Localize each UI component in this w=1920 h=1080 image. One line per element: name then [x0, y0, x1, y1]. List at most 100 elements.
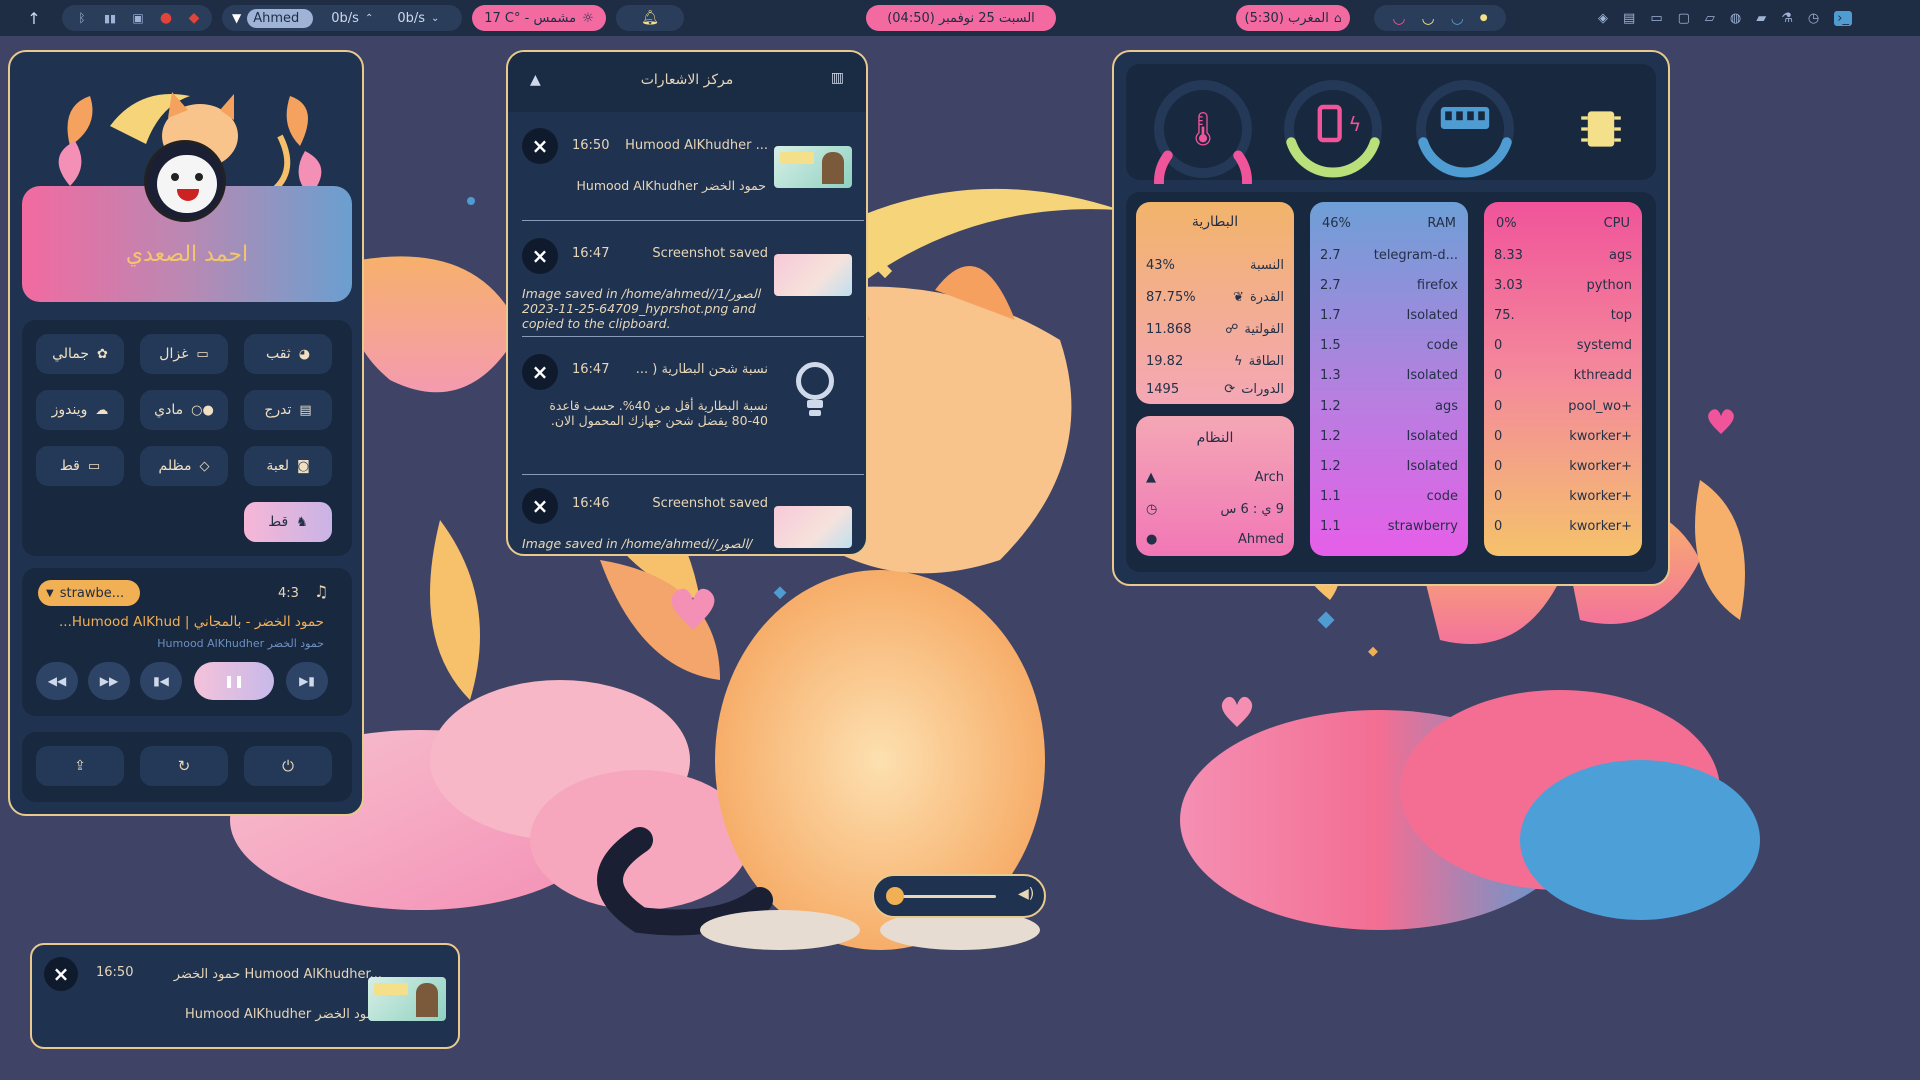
system-row: ◷ 9 ي : 6 س: [1146, 494, 1284, 524]
process-row: 8.33 ags: [1494, 240, 1632, 270]
theme-button-gradient[interactable]: ▤ تدرج: [244, 390, 332, 430]
player-name: strawbe...: [59, 585, 125, 601]
track-artist: حمود الخضر Humood AlKhudher: [157, 637, 324, 650]
process-row: 1.2 Isolated: [1320, 421, 1458, 451]
close-icon[interactable]: ×: [44, 957, 78, 991]
theme-button-aesthetic[interactable]: ✿ جمالي: [36, 334, 124, 374]
database-icon[interactable]: ◍: [1730, 11, 1741, 26]
screenshot-thumbnail: [774, 506, 852, 548]
history-icon[interactable]: ◷: [1808, 11, 1819, 26]
cat-icon: ♞: [296, 514, 308, 530]
theme-button-game[interactable]: ◙ لعبة: [244, 446, 332, 486]
red-app-icon[interactable]: ●: [156, 8, 176, 28]
clock-text: السبت 25 نوفمبر (04:50): [887, 10, 1035, 26]
net-down: 0b/s: [331, 10, 359, 26]
theme-button-gazelle[interactable]: ▭ غزال: [140, 334, 228, 374]
theme-button-cat-active[interactable]: ♞ قط: [244, 502, 332, 542]
plug-icon: ☍: [1225, 321, 1239, 337]
close-icon[interactable]: ×: [522, 488, 558, 524]
cpu-gauge: [1581, 111, 1621, 147]
popup-notification[interactable]: × 16:50 حمود الخضر Humood AlKhudher... ح…: [30, 943, 460, 1049]
button-label: مظلم: [158, 458, 192, 474]
restart-button[interactable]: ↻: [140, 746, 228, 786]
notification-item[interactable]: × 16:47 نسبة شحن البطارية ( ... نسبة الب…: [508, 344, 866, 454]
button-label: ويندوز: [51, 402, 88, 418]
chat-icon[interactable]: ▱: [1705, 11, 1715, 26]
layers-icon[interactable]: ◈: [1598, 11, 1608, 26]
theme-button-cat[interactable]: ▭ قط: [36, 446, 124, 486]
material-icon: ●○: [191, 402, 214, 418]
volume-track[interactable]: [894, 895, 996, 898]
close-icon[interactable]: ×: [522, 238, 558, 274]
sd-card-icon[interactable]: ▣: [128, 8, 148, 28]
system-card: النظام ▲ Arch ◷ 9 ي : 6 س ● Ahmed: [1136, 416, 1294, 556]
close-icon[interactable]: ×: [522, 354, 558, 390]
box-icon[interactable]: ▢: [1678, 11, 1690, 26]
folder-icon[interactable]: ▰: [1756, 11, 1766, 26]
file-icon[interactable]: ▤: [1623, 11, 1635, 26]
speaker-icon[interactable]: ◀): [1018, 886, 1034, 902]
clock-widget[interactable]: السبت 25 نوفمبر (04:50): [866, 5, 1056, 31]
theme-button-blackhole[interactable]: ◕ ثقب: [244, 334, 332, 374]
battery-row: 1495 ⟳ الدورات: [1146, 378, 1284, 400]
chevron-down-icon: ⌄: [431, 12, 440, 24]
logout-button[interactable]: ⇪: [36, 746, 124, 786]
process-name: systemd: [1576, 338, 1632, 354]
player-selector[interactable]: ▼ strawbe...: [38, 580, 140, 606]
fast-forward-button[interactable]: ▶▶: [88, 662, 130, 700]
previous-button[interactable]: ▮◀: [140, 662, 182, 700]
power-button[interactable]: ⏻: [244, 746, 332, 786]
bolt-icon: ϟ: [1234, 353, 1243, 369]
theme-button-windows[interactable]: ☁ ويندوز: [36, 390, 124, 430]
cpu-icon: [1587, 111, 1615, 147]
notification-header: ▲ مركز الاشعارات ▥: [508, 52, 866, 112]
process-usage: 1.2: [1320, 458, 1341, 474]
theme-button-dark[interactable]: ◇ مظلم: [140, 446, 228, 486]
arrow-up-icon[interactable]: ↑: [20, 5, 48, 31]
play-pause-button[interactable]: ❚❚: [194, 662, 274, 700]
memory-gauge: [1416, 80, 1514, 178]
monitor-icon: ▭: [196, 346, 209, 362]
weather-widget[interactable]: 17 C° - مشمس ☼: [472, 5, 606, 31]
rewind-icon: ◀◀: [47, 674, 67, 688]
notification-item[interactable]: × 16:47 Screenshot saved Image saved in …: [508, 228, 866, 331]
network-widget[interactable]: ▼ Ahmed 0b/s ⌃ 0b/s ⌄: [222, 5, 462, 31]
process-row: 1.2 ags: [1320, 391, 1458, 421]
workspace-1[interactable]: ◡: [1392, 9, 1405, 27]
workspace-3[interactable]: ◡: [1451, 9, 1464, 27]
bluetooth-icon[interactable]: ᛒ: [72, 8, 92, 28]
track-position: 4:3: [278, 586, 299, 601]
process-row: 0 systemd: [1494, 331, 1632, 361]
volume-handle[interactable]: [886, 887, 904, 905]
thermometer-icon: 🌡︎: [1182, 109, 1224, 148]
workspace-4[interactable]: ●: [1480, 13, 1488, 23]
terminal-icon[interactable]: ›_: [1834, 10, 1852, 26]
process-name: Isolated: [1406, 428, 1459, 444]
notification-item[interactable]: × 16:50 Humood AlKhudher ... حمود الخضر …: [508, 122, 866, 218]
ticket-icon[interactable]: ▭: [1650, 11, 1662, 26]
temperature-gauge: 🌡︎: [1154, 80, 1252, 184]
bell-ring-icon: 🔔︎: [641, 10, 659, 26]
flask-icon[interactable]: ⚗︎: [1781, 11, 1793, 26]
process-usage: 8.33: [1494, 247, 1523, 263]
avatar[interactable]: [144, 140, 226, 222]
signal-icon[interactable]: ▮▮: [100, 8, 120, 28]
close-icon[interactable]: ×: [522, 128, 558, 164]
next-button[interactable]: ▶▮: [286, 662, 328, 700]
notification-item[interactable]: × 16:46 Screenshot saved Image saved in …: [508, 482, 866, 554]
button-label: مادي: [154, 402, 184, 418]
process-name: Isolated: [1406, 368, 1459, 384]
workspace-2[interactable]: ◡: [1422, 9, 1435, 27]
rewind-button[interactable]: ◀◀: [36, 662, 78, 700]
process-row: 0 kthreadd: [1494, 361, 1632, 391]
theme-button-material[interactable]: ●○ مادي: [140, 390, 228, 430]
process-usage: 1.3: [1320, 368, 1341, 384]
prayer-widget[interactable]: المغرب (5:30) ⌂: [1236, 5, 1350, 31]
red-app-icon-2[interactable]: ◆: [184, 8, 204, 28]
notification-toggle[interactable]: 🔔︎: [616, 5, 684, 31]
process-row: 1.5 code: [1320, 331, 1458, 361]
trash-icon[interactable]: ▥: [831, 70, 844, 86]
battery-row: 11.868 ☍ الفولتية: [1146, 314, 1284, 344]
prayer-text: المغرب (5:30): [1244, 10, 1329, 26]
process-name: code: [1426, 338, 1458, 354]
